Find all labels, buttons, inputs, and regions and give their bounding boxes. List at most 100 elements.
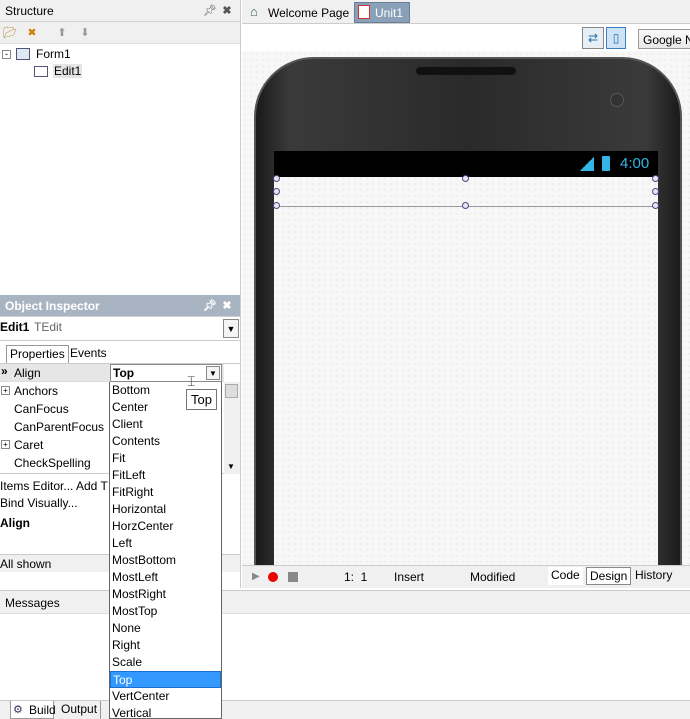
align-option[interactable]: Right: [110, 637, 221, 654]
align-option[interactable]: VertCenter: [110, 688, 221, 705]
align-option[interactable]: Horizontal: [110, 501, 221, 518]
add-link[interactable]: Add T: [76, 479, 108, 493]
current-row-indicator: »: [1, 364, 8, 378]
align-option[interactable]: MostLeft: [110, 569, 221, 586]
speaker-grille: [416, 67, 516, 75]
expand-icon[interactable]: +: [1, 386, 10, 395]
align-dropdown-list[interactable]: Bottom Center Client Contents Fit FitLef…: [109, 382, 222, 719]
property-name: Caret: [14, 438, 44, 452]
align-value-combo[interactable]: Top ▼: [110, 364, 222, 382]
property-row[interactable]: CanFocus: [0, 400, 110, 418]
modified-status: Modified: [470, 570, 516, 584]
bind-visually-link[interactable]: Bind Visually...: [0, 496, 78, 510]
tree-node-edit1[interactable]: Edit1: [34, 63, 94, 81]
chevron-down-icon[interactable]: ▼: [206, 366, 220, 380]
align-option[interactable]: FitRight: [110, 484, 221, 501]
property-name: Anchors: [14, 384, 59, 398]
tooltip-text: Top: [191, 392, 212, 407]
align-option[interactable]: MostBottom: [110, 552, 221, 569]
tab-label: Welcome Page: [268, 6, 350, 20]
tab-output[interactable]: Output: [58, 701, 102, 719]
selection-handle[interactable]: [273, 175, 280, 182]
orientation-landscape-icon[interactable]: ⇄: [582, 27, 604, 49]
pin-icon[interactable]: 📌︎: [203, 299, 217, 313]
items-editor-link[interactable]: Items Editor...: [0, 479, 73, 493]
align-option[interactable]: Vertical: [110, 705, 221, 718]
selection-handle[interactable]: [462, 175, 469, 182]
component-selector[interactable]: Edit1 TEdit ▼: [0, 317, 240, 341]
delete-icon[interactable]: ✖: [25, 26, 39, 40]
align-option[interactable]: FitLeft: [110, 467, 221, 484]
scroll-down-icon[interactable]: ▼: [227, 462, 235, 471]
device-label: Google N: [643, 33, 690, 47]
selection-handle[interactable]: [652, 175, 659, 182]
align-option[interactable]: Scale: [110, 654, 221, 671]
status-text: All shown: [0, 557, 52, 571]
expand-icon[interactable]: +: [1, 440, 10, 449]
property-row[interactable]: + Caret: [0, 436, 110, 454]
selection-handle[interactable]: [652, 188, 659, 195]
move-up-icon[interactable]: ⬆: [55, 26, 69, 40]
align-option[interactable]: MostRight: [110, 586, 221, 603]
property-name: CheckSpelling: [14, 456, 91, 470]
battery-icon: [602, 156, 610, 171]
selected-component-type: TEdit: [34, 320, 63, 334]
cursor-position: 1: 1: [344, 570, 368, 584]
open-folder-icon[interactable]: 📂︎: [3, 26, 17, 40]
status-bar: 4:00: [274, 151, 658, 177]
signal-icon: [580, 157, 594, 171]
property-name: CanParentFocus: [14, 420, 105, 434]
build-icon: ⚙: [13, 704, 23, 716]
align-option-selected[interactable]: Top: [110, 671, 221, 688]
align-option[interactable]: Client: [110, 416, 221, 433]
selection-handle[interactable]: [652, 202, 659, 209]
close-icon[interactable]: ✖: [220, 4, 234, 18]
property-scrollbar[interactable]: ▼: [224, 382, 240, 474]
tab-label: Unit1: [375, 6, 404, 20]
inspector-title-bar: Object Inspector 📌︎ ✖: [0, 295, 240, 317]
scrollbar-thumb[interactable]: [225, 384, 238, 398]
device-selector[interactable]: Google N: [638, 29, 690, 49]
align-option[interactable]: None: [110, 620, 221, 637]
selected-component-name: Edit1: [0, 320, 30, 334]
tree-node-form1[interactable]: - Form1: [2, 46, 122, 64]
align-value: Top: [113, 366, 135, 380]
tab-unit1[interactable]: Unit1: [354, 2, 410, 23]
tab-build[interactable]: ⚙ Build: [10, 701, 56, 719]
record-icon[interactable]: [268, 572, 278, 582]
unit-file-icon: [358, 5, 370, 19]
play-icon[interactable]: ▶: [252, 571, 260, 582]
align-option[interactable]: Left: [110, 535, 221, 552]
tab-label: Build: [29, 703, 56, 717]
property-row[interactable]: + Anchors: [0, 382, 110, 400]
messages-title-bar: Messages: [0, 590, 690, 614]
close-icon[interactable]: ✖: [220, 299, 234, 313]
design-surface[interactable]: 4:00: [242, 51, 690, 565]
property-row[interactable]: CheckSpelling: [0, 454, 110, 472]
selection-handle[interactable]: [273, 202, 280, 209]
align-option[interactable]: HorzCenter: [110, 518, 221, 535]
orientation-portrait-icon[interactable]: ▯: [606, 27, 626, 49]
align-option[interactable]: MostTop: [110, 603, 221, 620]
tab-welcome-page[interactable]: ⌂ Welcome Page: [248, 3, 352, 23]
selection-handle[interactable]: [273, 188, 280, 195]
property-name: CanFocus: [14, 402, 69, 416]
tab-events[interactable]: Events: [67, 345, 110, 363]
tab-design[interactable]: Design: [586, 567, 632, 585]
structure-tree: - Form1 Edit1: [0, 44, 240, 274]
collapse-icon[interactable]: -: [2, 50, 11, 59]
document-tab-bar: ⌂ Welcome Page Unit1: [242, 0, 690, 24]
messages-tabs: ⚙ Build Output: [0, 700, 690, 719]
tab-properties[interactable]: Properties: [6, 345, 69, 363]
tab-history[interactable]: History: [632, 567, 675, 585]
selection-handle[interactable]: [462, 202, 469, 209]
align-option[interactable]: Contents: [110, 433, 221, 450]
move-down-icon[interactable]: ⬇: [78, 26, 92, 40]
align-option[interactable]: Fit: [110, 450, 221, 467]
chevron-down-icon[interactable]: ▼: [223, 319, 239, 338]
messages-panel: Messages ⚙ Build Output: [0, 590, 690, 719]
property-row[interactable]: CanParentFocus: [0, 418, 110, 436]
pin-icon[interactable]: 📌︎: [203, 4, 217, 18]
stop-icon[interactable]: [288, 572, 298, 582]
tab-code[interactable]: Code: [548, 567, 583, 585]
